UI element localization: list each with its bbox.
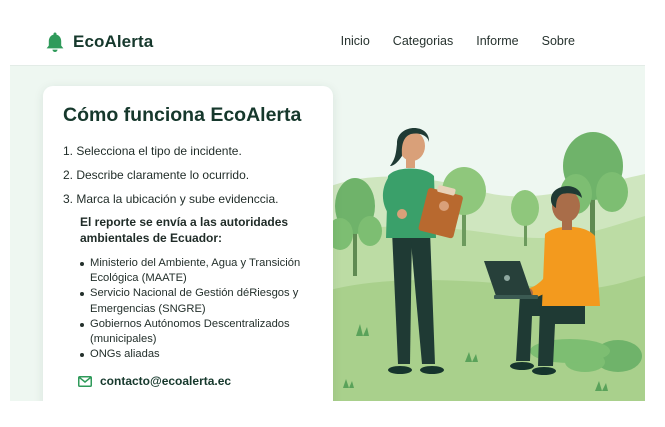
step-item: 2. Describe claramente lo ocurrido.	[63, 168, 250, 182]
hero-section: Cómo funciona EcoAlerta 1. Selecciona el…	[10, 66, 645, 401]
step-item: 1. Selecciona el tipo de incidente.	[63, 144, 242, 158]
authority-item: Ministerio del Ambiente, Agua y Transici…	[80, 256, 313, 286]
bullet-icon	[80, 322, 84, 327]
steps-list: 1. Selecciona el tipo de incidente. 2. D…	[63, 139, 313, 211]
authorities-list: Ministerio del Ambiente, Agua y Transici…	[63, 256, 313, 362]
authority-label: Servicio Nacional de Gestión déRiesgos y…	[90, 287, 299, 315]
authority-item: ONGs aliadas	[80, 347, 313, 362]
contact-link[interactable]: contacto@ecoalerta.ec	[63, 374, 313, 388]
nav-link-inicio[interactable]: Inicio	[341, 34, 370, 48]
how-it-works-card: Cómo funciona EcoAlerta 1. Selecciona el…	[43, 86, 333, 401]
main-nav: Inicio Categorias Informe Sobre	[341, 34, 575, 48]
report-note: El reporte se envía a las autoridades am…	[80, 215, 289, 245]
card-title: Cómo funciona EcoAlerta	[63, 104, 302, 126]
authority-label: ONGs aliadas	[90, 348, 160, 361]
top-navbar: EcoAlerta Inicio Categorias Informe Sobr…	[10, 18, 645, 66]
bullet-icon	[80, 292, 84, 297]
brand-name: EcoAlerta	[73, 32, 154, 51]
nav-link-sobre[interactable]: Sobre	[542, 34, 575, 48]
contact-email: contacto@ecoalerta.ec	[100, 374, 232, 389]
brand-logo[interactable]: EcoAlerta	[45, 31, 153, 53]
step-item: 3. Marca la ubicación y sube evidenccia.	[63, 192, 279, 206]
authority-label: Ministerio del Ambiente, Agua y Transici…	[90, 257, 301, 285]
nav-link-categorias[interactable]: Categorias	[393, 34, 453, 48]
bell-icon	[46, 32, 64, 52]
authority-item: Gobiernos Autónomos Descentralizados (mu…	[80, 317, 313, 347]
bullet-icon	[80, 262, 84, 266]
nav-link-informe[interactable]: Informe	[476, 34, 518, 48]
bullet-icon	[80, 353, 84, 358]
authority-label: Gobiernos Autónomos Descentralizados (mu…	[90, 317, 290, 346]
app-window: EcoAlerta Inicio Categorias Informe Sobr…	[10, 18, 645, 401]
authority-item: Servicio Nacional de Gestión déRiesgos y…	[80, 286, 313, 316]
mail-icon	[78, 375, 92, 387]
